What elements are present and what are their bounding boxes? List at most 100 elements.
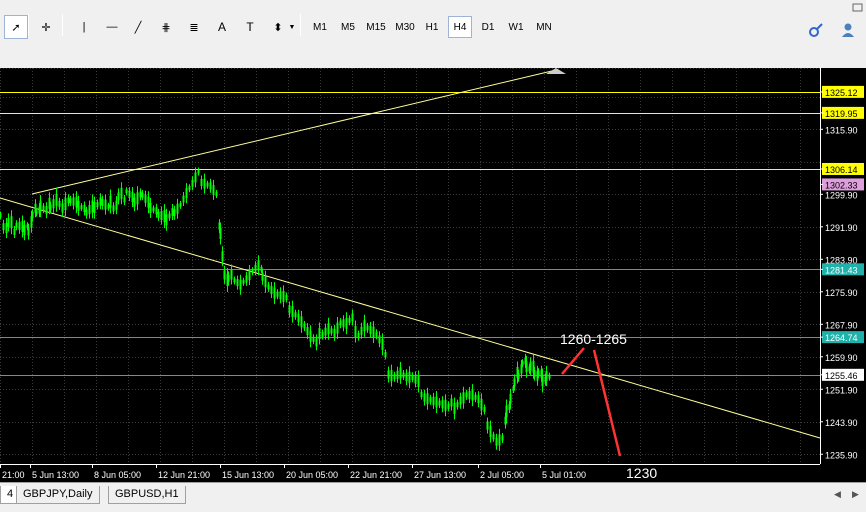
candle-body: [182, 195, 185, 203]
candle-body: [264, 276, 267, 288]
candle-body: [486, 421, 489, 430]
timeframe-d1[interactable]: D1: [476, 16, 500, 38]
price-label: 1315.90: [825, 125, 858, 135]
candle-body: [533, 370, 536, 378]
candle-body: [333, 328, 336, 337]
scroll-right-icon[interactable]: ▶: [852, 489, 859, 500]
candle-body: [254, 264, 257, 272]
candle-body: [131, 192, 134, 202]
candle-body: [471, 389, 474, 401]
candle-body: [351, 313, 354, 322]
timeframe-mn[interactable]: MN: [532, 16, 556, 38]
price-chart[interactable]: 1260-1265 1230 1325.12 1319.95 1315.90 1306.1…: [0, 68, 866, 482]
time-label: 5 Jun 13:00: [32, 470, 79, 480]
crosshair-tool[interactable]: ✛: [34, 15, 58, 39]
candle-body: [360, 326, 363, 335]
candle-body: [300, 316, 303, 328]
candle-body: [21, 221, 24, 232]
timeframe-m15[interactable]: M15: [362, 16, 390, 38]
candle-body: [155, 207, 158, 215]
timeframe-h4[interactable]: H4: [448, 16, 472, 38]
candle-body: [39, 200, 42, 212]
time-label: 27 Jun 13:00: [414, 470, 466, 480]
candle-body: [236, 279, 239, 287]
price-label: 1281.43: [825, 265, 858, 275]
horizontal-line-tool[interactable]: —: [100, 15, 124, 39]
candle-body: [294, 312, 297, 318]
candle-body: [336, 322, 339, 334]
candle-body: [168, 213, 171, 219]
candle-body: [99, 197, 102, 206]
candle-body: [215, 192, 218, 196]
text-label-tool[interactable]: T: [238, 15, 262, 39]
candle-body: [72, 197, 75, 206]
price-label: 1235.90: [825, 450, 858, 460]
candle-body: [194, 172, 197, 183]
time-label: 15 Jun 13:00: [222, 470, 274, 480]
price-label: 1319.95: [825, 109, 858, 119]
candle-body: [306, 327, 309, 336]
candle-body: [160, 211, 163, 220]
candle-body: [378, 335, 381, 344]
candle-body: [545, 371, 548, 381]
toolbar-separator: [62, 14, 63, 36]
candle-body: [402, 372, 405, 378]
candle-body: [157, 211, 160, 218]
candle-body: [125, 189, 128, 194]
candle-body: [513, 378, 516, 387]
candle-body: [209, 182, 212, 190]
candle-body: [188, 186, 191, 191]
candle-body: [239, 279, 242, 290]
price-label: 1267.90: [825, 320, 858, 330]
window-resize-icon[interactable]: [852, 0, 864, 12]
candle-body: [324, 327, 327, 336]
candle-body: [136, 192, 139, 205]
candle-body: [27, 227, 30, 236]
candle-body: [489, 426, 492, 438]
candle-body: [548, 374, 551, 379]
candle-body: [67, 197, 70, 204]
candle-body: [417, 376, 420, 387]
candle-body: [327, 323, 330, 335]
chart-tab[interactable]: GBPJPY,Daily: [16, 486, 100, 504]
lower-trendline: [0, 197, 821, 439]
candle-body: [525, 361, 528, 373]
candle-body: [55, 193, 58, 206]
candle-body: [384, 352, 387, 357]
dropdown-caret-icon[interactable]: ▼: [288, 15, 296, 39]
price-label: 1243.90: [825, 418, 858, 428]
candle-body: [393, 374, 396, 380]
text-tool[interactable]: A: [210, 15, 234, 39]
cursor-tool[interactable]: ➚: [4, 15, 28, 39]
candle-body: [77, 200, 80, 211]
price-label: 1275.90: [825, 288, 858, 298]
fibonacci-tool[interactable]: ≣: [182, 15, 206, 39]
candle-body: [88, 205, 91, 215]
candle-body: [288, 305, 291, 314]
chart-canvas[interactable]: 1260-1265 1230 1325.12 1319.95 1315.90 1306.1…: [0, 68, 866, 482]
price-label: 1259.90: [825, 353, 858, 363]
candle-body: [318, 328, 321, 339]
toolbar: ➚ ✛ | — ╱ ⋕ ≣ A T ⬍ ▼ M1 M5 M15 M30 H1 H4 D1 W1 MN: [0, 0, 866, 68]
timeframe-m5[interactable]: M5: [336, 16, 360, 38]
scroll-left-icon[interactable]: ◀: [834, 489, 841, 500]
timeframe-m1[interactable]: M1: [308, 16, 332, 38]
timeframe-h1[interactable]: H1: [420, 16, 444, 38]
price-label: 1302.33: [825, 180, 858, 190]
candle-body: [354, 326, 357, 337]
candle-body: [501, 435, 504, 441]
timeframe-w1[interactable]: W1: [504, 16, 528, 38]
candle-body: [179, 202, 182, 207]
arrows-tool[interactable]: ⬍: [266, 15, 290, 39]
user-icon[interactable]: [840, 22, 856, 38]
search-icon[interactable]: [808, 22, 824, 38]
candle-body: [83, 205, 86, 212]
toolbar-separator: [28, 14, 29, 36]
equidistant-channel-tool[interactable]: ⋕: [154, 15, 178, 39]
vertical-line-tool[interactable]: |: [72, 15, 96, 39]
chart-tab[interactable]: GBPUSD,H1: [108, 486, 186, 504]
candle-body: [227, 274, 230, 282]
timeframe-m30[interactable]: M30: [392, 16, 418, 38]
candle-body: [330, 328, 333, 334]
trendline-tool[interactable]: ╱: [126, 15, 150, 39]
